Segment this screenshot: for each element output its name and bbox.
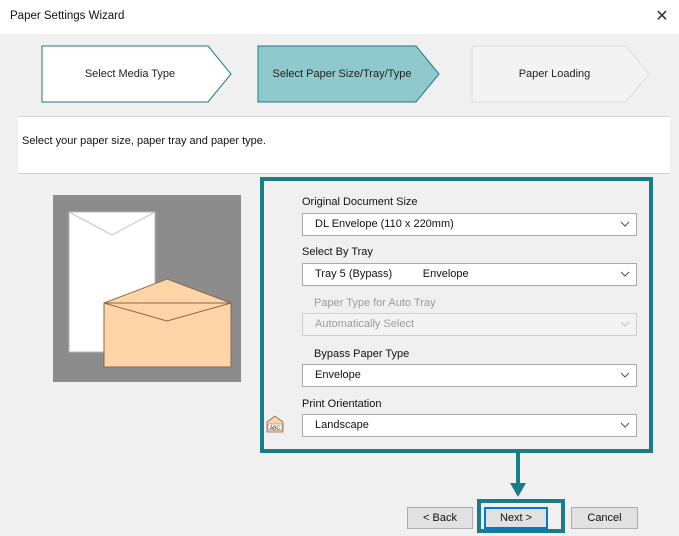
svg-text:ABC: ABC: [270, 425, 281, 431]
envelope-icon: [68, 211, 232, 368]
wizard-steps: Select Media Type Select Paper Size/Tray…: [0, 34, 679, 114]
chevron-down-icon: [620, 271, 630, 277]
close-icon[interactable]: ✕: [651, 6, 673, 28]
select-by-tray-select[interactable]: Tray 5 (Bypass) Envelope: [302, 263, 637, 286]
chevron-down-icon: [620, 422, 630, 428]
original-size-value: DL Envelope (110 x 220mm): [315, 218, 454, 230]
orientation-value: Landscape: [315, 419, 369, 431]
step-label-media-type: Select Media Type: [84, 68, 176, 80]
bypass-type-value: Envelope: [315, 369, 361, 381]
original-size-select[interactable]: DL Envelope (110 x 220mm): [302, 213, 637, 236]
orientation-label: Print Orientation: [302, 398, 382, 410]
landscape-orientation-icon: ABC: [266, 415, 284, 433]
cancel-button[interactable]: Cancel: [571, 507, 638, 529]
step-label-paper-size: Select Paper Size/Tray/Type: [272, 68, 412, 80]
bypass-type-label: Bypass Paper Type: [314, 348, 410, 360]
orientation-select[interactable]: Landscape: [302, 414, 637, 437]
auto-tray-type-label: Paper Type for Auto Tray: [314, 297, 436, 309]
auto-tray-type-select: Automatically Select: [302, 313, 637, 336]
instruction-box: Select your paper size, paper tray and p…: [18, 116, 670, 174]
chevron-down-icon: [620, 372, 630, 378]
select-by-tray-label: Select By Tray: [302, 246, 373, 258]
chevron-down-icon: [620, 221, 630, 227]
down-arrow-icon: [510, 453, 526, 497]
auto-tray-type-value: Automatically Select: [315, 318, 415, 330]
wizard-window: Paper Settings Wizard ✕ Select Media Typ…: [0, 0, 679, 536]
instruction-text: Select your paper size, paper tray and p…: [22, 135, 266, 147]
envelope-illustration: [53, 195, 241, 382]
back-button[interactable]: < Back: [407, 507, 473, 529]
next-button[interactable]: Next >: [484, 507, 548, 529]
title-bar: Paper Settings Wizard ✕: [0, 0, 679, 34]
chevron-down-icon: [620, 321, 630, 327]
original-size-label: Original Document Size: [302, 196, 418, 208]
window-title: Paper Settings Wizard: [10, 10, 125, 22]
select-by-tray-value: Tray 5 (Bypass) Envelope: [315, 268, 469, 280]
bypass-type-select[interactable]: Envelope: [302, 364, 637, 387]
step-label-paper-loading: Paper Loading: [518, 68, 591, 80]
